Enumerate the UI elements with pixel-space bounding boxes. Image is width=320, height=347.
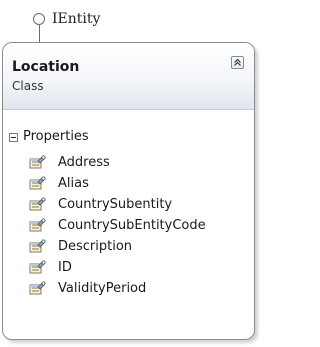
- properties-compartment-label: Properties: [23, 129, 89, 144]
- properties-compartment-header[interactable]: Properties: [9, 128, 254, 146]
- property-list: Address Alias CountrySubentity CountrySubEn…: [3, 152, 254, 299]
- property-wrench-icon: [29, 176, 46, 190]
- property-label: Address: [58, 154, 110, 170]
- property-wrench-icon: [29, 260, 46, 274]
- property-label: CountrySubEntityCode: [58, 217, 206, 233]
- property-item[interactable]: ID: [3, 257, 254, 278]
- property-wrench-icon: [29, 239, 46, 253]
- property-item[interactable]: CountrySubentity: [3, 194, 254, 215]
- class-name[interactable]: Location: [12, 58, 79, 76]
- class-header[interactable]: Location Class: [3, 43, 254, 110]
- collapse-button[interactable]: [231, 56, 244, 69]
- property-wrench-icon: [29, 218, 46, 232]
- property-wrench-icon: [29, 155, 46, 169]
- double-chevron-up-icon: [234, 58, 241, 66]
- property-wrench-icon: [29, 197, 46, 211]
- property-label: ID: [58, 259, 72, 275]
- property-label: Description: [58, 238, 133, 254]
- property-item[interactable]: CountrySubEntityCode: [3, 215, 254, 236]
- interface-lollipop-icon: [33, 13, 45, 25]
- property-label: ValidityPeriod: [58, 280, 147, 296]
- property-label: Alias: [58, 175, 89, 191]
- interface-connector-line: [39, 25, 40, 43]
- property-item[interactable]: Description: [3, 236, 254, 257]
- interface-label[interactable]: IEntity: [52, 10, 100, 28]
- properties-compartment: Properties Address Alias CountrySubentity C…: [3, 110, 254, 299]
- class-diagram-canvas: IEntity Location Class Properties Addres…: [0, 0, 277, 347]
- property-item[interactable]: ValidityPeriod: [3, 278, 254, 299]
- property-wrench-icon: [29, 281, 46, 295]
- property-item[interactable]: Alias: [3, 173, 254, 194]
- class-kind-label: Class: [12, 79, 44, 93]
- minus-box-icon[interactable]: [9, 132, 18, 142]
- class-shape-location[interactable]: Location Class Properties Address Alias Co…: [2, 42, 255, 340]
- property-item[interactable]: Address: [3, 152, 254, 173]
- property-label: CountrySubentity: [58, 196, 173, 212]
